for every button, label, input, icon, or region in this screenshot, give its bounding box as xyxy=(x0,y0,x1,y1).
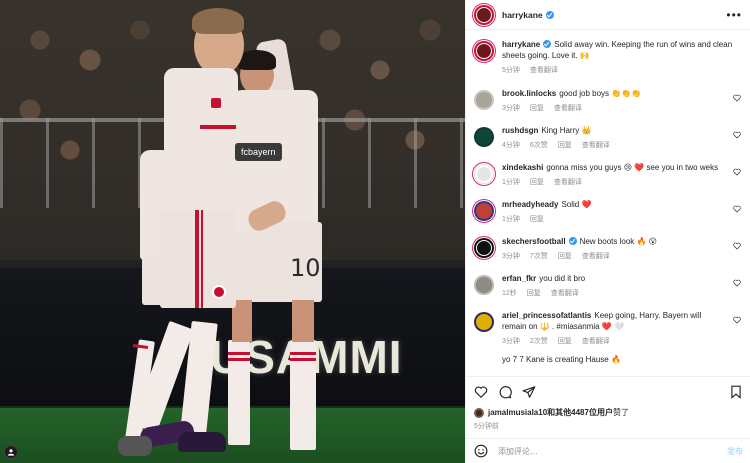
club-crest xyxy=(212,285,226,299)
reply-link[interactable]: 回复 xyxy=(558,140,572,150)
comment-item: brook.linlocks good job boys 👏👏👏 3分钟 回复 查… xyxy=(474,88,743,113)
verified-badge-icon xyxy=(568,237,577,245)
verified-badge-icon xyxy=(545,10,554,19)
comment-text: you did it bro xyxy=(539,274,586,283)
comment-time: 3分钟 xyxy=(502,253,520,260)
action-bar xyxy=(466,376,750,406)
post-side-panel: harrykane ••• harrykane Solid away win. K… xyxy=(465,0,750,463)
add-comment-input[interactable] xyxy=(498,446,708,456)
comment-time: 3分钟 xyxy=(502,338,520,345)
reply-link[interactable]: 回复 xyxy=(530,177,544,187)
author-avatar[interactable] xyxy=(474,41,494,61)
comment-username[interactable]: rushdsgn xyxy=(502,126,538,135)
translate-link[interactable]: 查看翻译 xyxy=(582,336,610,346)
comment-item: mrheadyheady Solid ❤️ 1分钟 回复 xyxy=(474,199,743,224)
liker-username[interactable]: jamalmusiala10 xyxy=(488,408,547,417)
translate-link[interactable]: 查看翻译 xyxy=(554,177,582,187)
comment-item: xindekashi gonna miss you guys 😢 ❤️ see y… xyxy=(474,162,743,187)
likes-line: jamalmusiala10 和其他4487位用户 赞了 xyxy=(474,407,629,418)
caption-time: 5分钟 xyxy=(502,67,520,74)
share-icon[interactable] xyxy=(522,385,536,399)
comment-time: 3分钟 xyxy=(502,105,520,112)
verified-badge-icon xyxy=(543,40,552,48)
commenter-avatar[interactable] xyxy=(474,90,494,110)
comment-time: 12秒 xyxy=(502,290,517,297)
heart-icon[interactable] xyxy=(474,385,488,399)
bookmark-icon[interactable] xyxy=(729,385,743,399)
comment-time: 1分钟 xyxy=(502,179,520,186)
tagged-users-icon[interactable] xyxy=(4,445,18,459)
post-photo[interactable]: USAMMI 10 xyxy=(0,0,465,463)
comments-list[interactable]: harrykane Solid away win. Keeping the run… xyxy=(466,31,750,375)
reply-link[interactable]: 回复 xyxy=(558,251,572,261)
shirt-tag-fcbayern[interactable]: fcbayern xyxy=(235,143,282,161)
comment-like-heart-icon[interactable] xyxy=(733,168,741,176)
comment-like-heart-icon[interactable] xyxy=(733,279,741,287)
post-header: harrykane ••• xyxy=(466,0,750,30)
comment-item: ariel_princessofatlantis Keep going, Harr… xyxy=(474,310,743,346)
comment-username[interactable]: skechersfootball xyxy=(502,237,566,246)
commenter-avatar[interactable] xyxy=(474,164,494,184)
comment-text: Solid ❤️ xyxy=(561,200,592,209)
author-username[interactable]: harrykane xyxy=(502,10,543,20)
reply-link[interactable]: 回复 xyxy=(558,336,572,346)
comment-likes[interactable]: 6次赞 xyxy=(530,140,548,150)
commenter-avatar[interactable] xyxy=(474,201,494,221)
translate-link[interactable]: 查看翻译 xyxy=(582,140,610,150)
comment-username[interactable]: mrheadyheady xyxy=(502,200,558,209)
author-avatar[interactable] xyxy=(474,4,494,25)
likes-count[interactable]: 和其他4487位用户 xyxy=(547,407,613,418)
comment-username[interactable]: ariel_princessofatlantis xyxy=(502,311,591,320)
more-options-icon[interactable]: ••• xyxy=(726,8,742,22)
comment-like-heart-icon[interactable] xyxy=(733,94,741,102)
comment-like-heart-icon[interactable] xyxy=(733,205,741,213)
translate-link[interactable]: 查看翻译 xyxy=(582,251,610,261)
commenter-avatar[interactable] xyxy=(474,275,494,295)
instagram-post-view: USAMMI 10 xyxy=(0,0,750,463)
sponsor-logo xyxy=(211,98,221,108)
comment-username[interactable]: erfan_fkr xyxy=(502,274,536,283)
commenter-avatar[interactable] xyxy=(474,127,494,147)
reply-link[interactable]: 回复 xyxy=(527,288,541,298)
post-timestamp: 5分钟前 xyxy=(474,423,499,430)
caption-translate-link[interactable]: 查看翻译 xyxy=(530,65,558,75)
liker-avatar[interactable] xyxy=(474,407,484,418)
comment-text: King Harry 👑 xyxy=(541,126,592,135)
translate-link[interactable]: 查看翻译 xyxy=(551,288,579,298)
comment-time: 1分钟 xyxy=(502,216,520,223)
reply-link[interactable]: 回复 xyxy=(530,103,544,113)
commenter-avatar[interactable] xyxy=(474,238,494,258)
comment-text: gonna miss you guys 😢 ❤️ see you in two … xyxy=(546,163,719,172)
comment-likes[interactable]: 2次赞 xyxy=(530,336,548,346)
comment-icon[interactable] xyxy=(498,385,512,399)
commenter-avatar[interactable] xyxy=(474,312,494,332)
comment-likes[interactable]: 7次赞 xyxy=(530,251,548,261)
caption-username[interactable]: harrykane xyxy=(502,40,540,49)
comment-text: good job boys 👏👏👏 xyxy=(559,89,642,98)
add-comment-row: 发布 xyxy=(466,438,750,463)
comment-item: rushdsgn King Harry 👑 4分钟 6次赞 回复 查看翻译 xyxy=(474,125,743,150)
post-comment-button[interactable]: 发布 xyxy=(727,446,743,457)
comment-item: erfan_fkr you did it bro 12秒 回复 查看翻译 xyxy=(474,273,743,298)
emoji-icon[interactable] xyxy=(474,444,488,458)
comment-like-heart-icon[interactable] xyxy=(733,242,741,250)
boot-right xyxy=(178,432,226,452)
post-caption: harrykane Solid away win. Keeping the run… xyxy=(474,39,743,75)
likes-suffix: 赞了 xyxy=(612,408,629,417)
comment-time: 4分钟 xyxy=(502,142,520,149)
comment-like-heart-icon[interactable] xyxy=(733,131,741,139)
shorts-number: 10 xyxy=(290,254,321,282)
comment-username[interactable]: xindekashi xyxy=(502,163,543,172)
comment-username[interactable]: brook.linlocks xyxy=(502,89,556,98)
comment-like-heart-icon[interactable] xyxy=(733,316,741,324)
truncated-comment: yo 7 7 Kane is creating Hause 🔥 xyxy=(502,355,621,364)
comment-text: New boots look 🔥 😮 xyxy=(579,237,658,246)
translate-link[interactable]: 查看翻译 xyxy=(554,103,582,113)
comment-item: skechersfootball New boots look 🔥 😮 3分钟 7… xyxy=(474,236,743,261)
reply-link[interactable]: 回复 xyxy=(530,214,544,224)
